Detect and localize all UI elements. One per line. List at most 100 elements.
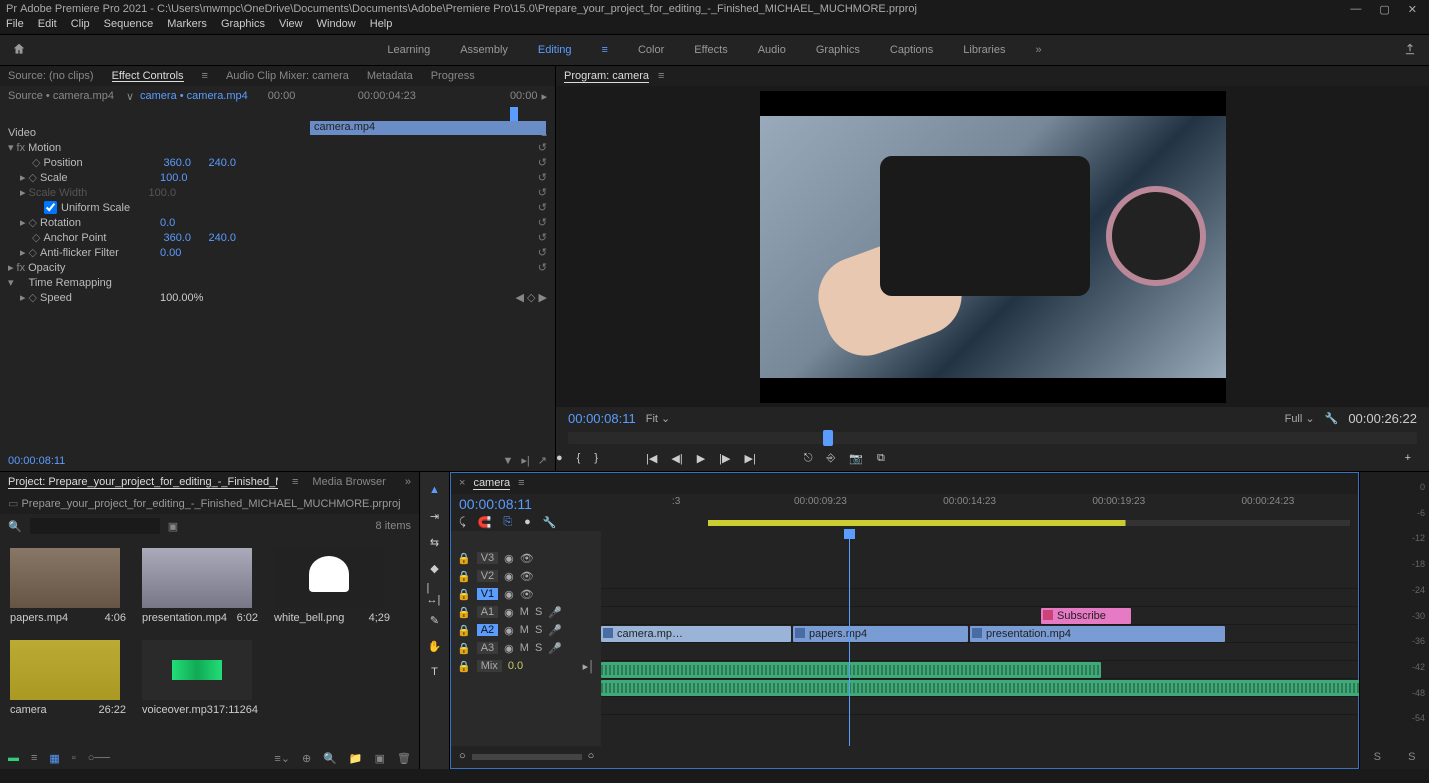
bin-item[interactable]: presentation.mp46:02 xyxy=(142,548,258,624)
expand-icon[interactable]: ▸│ xyxy=(583,660,595,673)
workspace-editing[interactable]: Editing xyxy=(538,44,572,56)
solo-left-button[interactable]: S xyxy=(1374,751,1381,763)
maximize-icon[interactable]: ▢ xyxy=(1379,3,1389,16)
tab-media-browser[interactable]: Media Browser xyxy=(312,476,385,489)
delete-icon[interactable]: 🗑 xyxy=(397,752,411,765)
zoom-slider[interactable]: ○── xyxy=(88,752,110,765)
goto-in-button[interactable]: |◀ xyxy=(646,452,657,465)
program-scrub-bar[interactable] xyxy=(568,432,1417,444)
play-button[interactable]: ▶ xyxy=(697,452,705,465)
reset-icon[interactable]: ↺ xyxy=(538,171,547,184)
lock-icon[interactable]: 🔒 xyxy=(457,642,471,655)
reset-icon[interactable]: ↺ xyxy=(538,186,547,199)
tab-metadata[interactable]: Metadata xyxy=(367,70,413,82)
goto-out-button[interactable]: ▶| xyxy=(744,452,755,465)
lock-icon[interactable]: 🔒 xyxy=(457,606,471,619)
add-marker-button[interactable]: ● xyxy=(556,452,563,465)
ec-export-icon[interactable]: ↗ xyxy=(538,454,547,467)
mark-out-button[interactable]: } xyxy=(594,452,598,465)
disclosure-icon[interactable]: ▾ xyxy=(8,276,14,289)
menu-markers[interactable]: Markers xyxy=(167,18,207,34)
workspace-audio[interactable]: Audio xyxy=(758,44,786,56)
timeline-timecode[interactable]: 00:00:08:11 xyxy=(459,496,532,512)
sort-icon[interactable]: ≡⌄ xyxy=(274,752,290,765)
ec-chevron-icon[interactable]: ∨ xyxy=(126,90,134,103)
bin-item[interactable]: voiceover.mp317:11264 xyxy=(142,640,258,716)
ripple-edit-tool[interactable]: ⇆ xyxy=(427,534,443,550)
tab-menu-icon[interactable]: ≡ xyxy=(658,70,664,82)
ec-options-icon[interactable]: ▸| xyxy=(521,454,529,467)
new-item-button[interactable]: ▣ xyxy=(375,752,385,765)
reset-icon[interactable]: ↺ xyxy=(538,246,547,259)
menu-graphics[interactable]: Graphics xyxy=(221,18,265,34)
lock-icon[interactable]: 🔒 xyxy=(457,570,471,583)
program-fit-dropdown[interactable]: Fit ⌄ xyxy=(646,412,671,425)
ec-timecode[interactable]: 00:00:08:11 xyxy=(8,455,65,467)
add-button-icon[interactable]: + xyxy=(1405,452,1411,464)
menu-sequence[interactable]: Sequence xyxy=(104,18,154,34)
comparison-button[interactable]: ⧉ xyxy=(877,452,885,465)
track-header-a1[interactable]: 🔒A1◉MS🎤 xyxy=(451,603,601,621)
reset-icon[interactable]: ↺ xyxy=(538,156,547,169)
menu-view[interactable]: View xyxy=(279,18,303,34)
bin-item[interactable]: camera26:22 xyxy=(10,640,126,716)
tab-sequence[interactable]: camera xyxy=(473,477,510,490)
menu-file[interactable]: File xyxy=(6,18,24,34)
zoom-in-icon[interactable]: ○ xyxy=(588,750,595,764)
new-bin-icon[interactable]: ▣ xyxy=(168,520,178,533)
mic-icon[interactable]: 🎤 xyxy=(548,624,562,637)
menu-window[interactable]: Window xyxy=(317,18,356,34)
clip-presentation[interactable]: presentation.mp4 xyxy=(970,626,1225,642)
tab-source[interactable]: Source: (no clips) xyxy=(8,70,94,82)
close-tab-icon[interactable]: × xyxy=(459,477,465,490)
program-zoom-dropdown[interactable]: Full ⌄ xyxy=(1285,412,1315,425)
new-bin-icon[interactable]: 📁 xyxy=(349,752,363,765)
ec-scale-value[interactable]: 100.0 xyxy=(160,172,205,184)
automate-icon[interactable]: ⊕ xyxy=(302,752,311,765)
workspace-captions[interactable]: Captions xyxy=(890,44,933,56)
program-playhead[interactable] xyxy=(823,430,833,446)
reset-icon[interactable]: ↺ xyxy=(538,141,547,154)
disclosure-icon[interactable]: ▸ xyxy=(20,216,26,229)
type-tool[interactable]: T xyxy=(427,664,443,680)
fx-icon[interactable]: fx xyxy=(17,142,26,154)
eye-icon[interactable]: 👁 xyxy=(520,588,534,601)
ec-antiflicker-value[interactable]: 0.00 xyxy=(160,247,205,259)
mic-icon[interactable]: 🎤 xyxy=(548,606,562,619)
eye-icon[interactable]: 👁 xyxy=(520,570,534,583)
track-header-mix[interactable]: 🔒Mix0.0▸│ xyxy=(451,657,601,675)
mark-in-button[interactable]: { xyxy=(577,452,581,465)
minimize-icon[interactable]: — xyxy=(1350,3,1361,16)
list-view-icon[interactable]: ≡ xyxy=(31,752,37,765)
track-header-v3[interactable]: 🔒V3◉👁 xyxy=(451,549,601,567)
ec-position-x[interactable]: 360.0 xyxy=(163,157,208,169)
search-icon[interactable]: 🔍 xyxy=(8,520,22,533)
step-forward-button[interactable]: |▶ xyxy=(719,452,730,465)
workspace-graphics[interactable]: Graphics xyxy=(816,44,860,56)
ec-anchor-y[interactable]: 240.0 xyxy=(208,232,253,244)
ec-toggle-icon[interactable]: ▸ xyxy=(541,90,547,103)
menu-help[interactable]: Help xyxy=(370,18,393,34)
lock-icon[interactable]: 🔒 xyxy=(457,624,471,637)
workspace-libraries[interactable]: Libraries xyxy=(963,44,1005,56)
export-frame-button[interactable]: 📷 xyxy=(849,452,863,465)
ec-timeline-clip[interactable]: camera.mp4 xyxy=(310,121,546,135)
keyframe-icon[interactable]: ◇ xyxy=(32,156,40,169)
clip-camera[interactable]: camera.mp… xyxy=(601,626,791,642)
ec-speed-value[interactable]: 100.00% xyxy=(160,292,203,304)
icon-view-icon[interactable]: ▦ xyxy=(49,752,59,765)
lock-icon[interactable]: 🔒 xyxy=(457,660,471,673)
clip-audio-a3[interactable] xyxy=(601,680,1429,696)
ec-playhead[interactable] xyxy=(510,107,518,121)
step-back-button[interactable]: ◀| xyxy=(671,452,682,465)
keyframe-nav[interactable]: ◀ ◇ ▶ xyxy=(516,291,548,304)
zoom-out-icon[interactable]: ○ xyxy=(459,750,466,764)
keyframe-icon[interactable]: ◇ xyxy=(32,231,40,244)
workspace-learning[interactable]: Learning xyxy=(387,44,430,56)
workspace-overflow-icon[interactable]: » xyxy=(1035,44,1041,56)
extract-button[interactable]: ⎆ xyxy=(827,452,836,465)
keyframe-icon[interactable]: ◇ xyxy=(29,216,37,229)
clip-subscribe[interactable]: Subscribe xyxy=(1041,608,1131,624)
mic-icon[interactable]: 🎤 xyxy=(548,642,562,655)
tab-effect-controls[interactable]: Effect Controls xyxy=(112,70,184,82)
